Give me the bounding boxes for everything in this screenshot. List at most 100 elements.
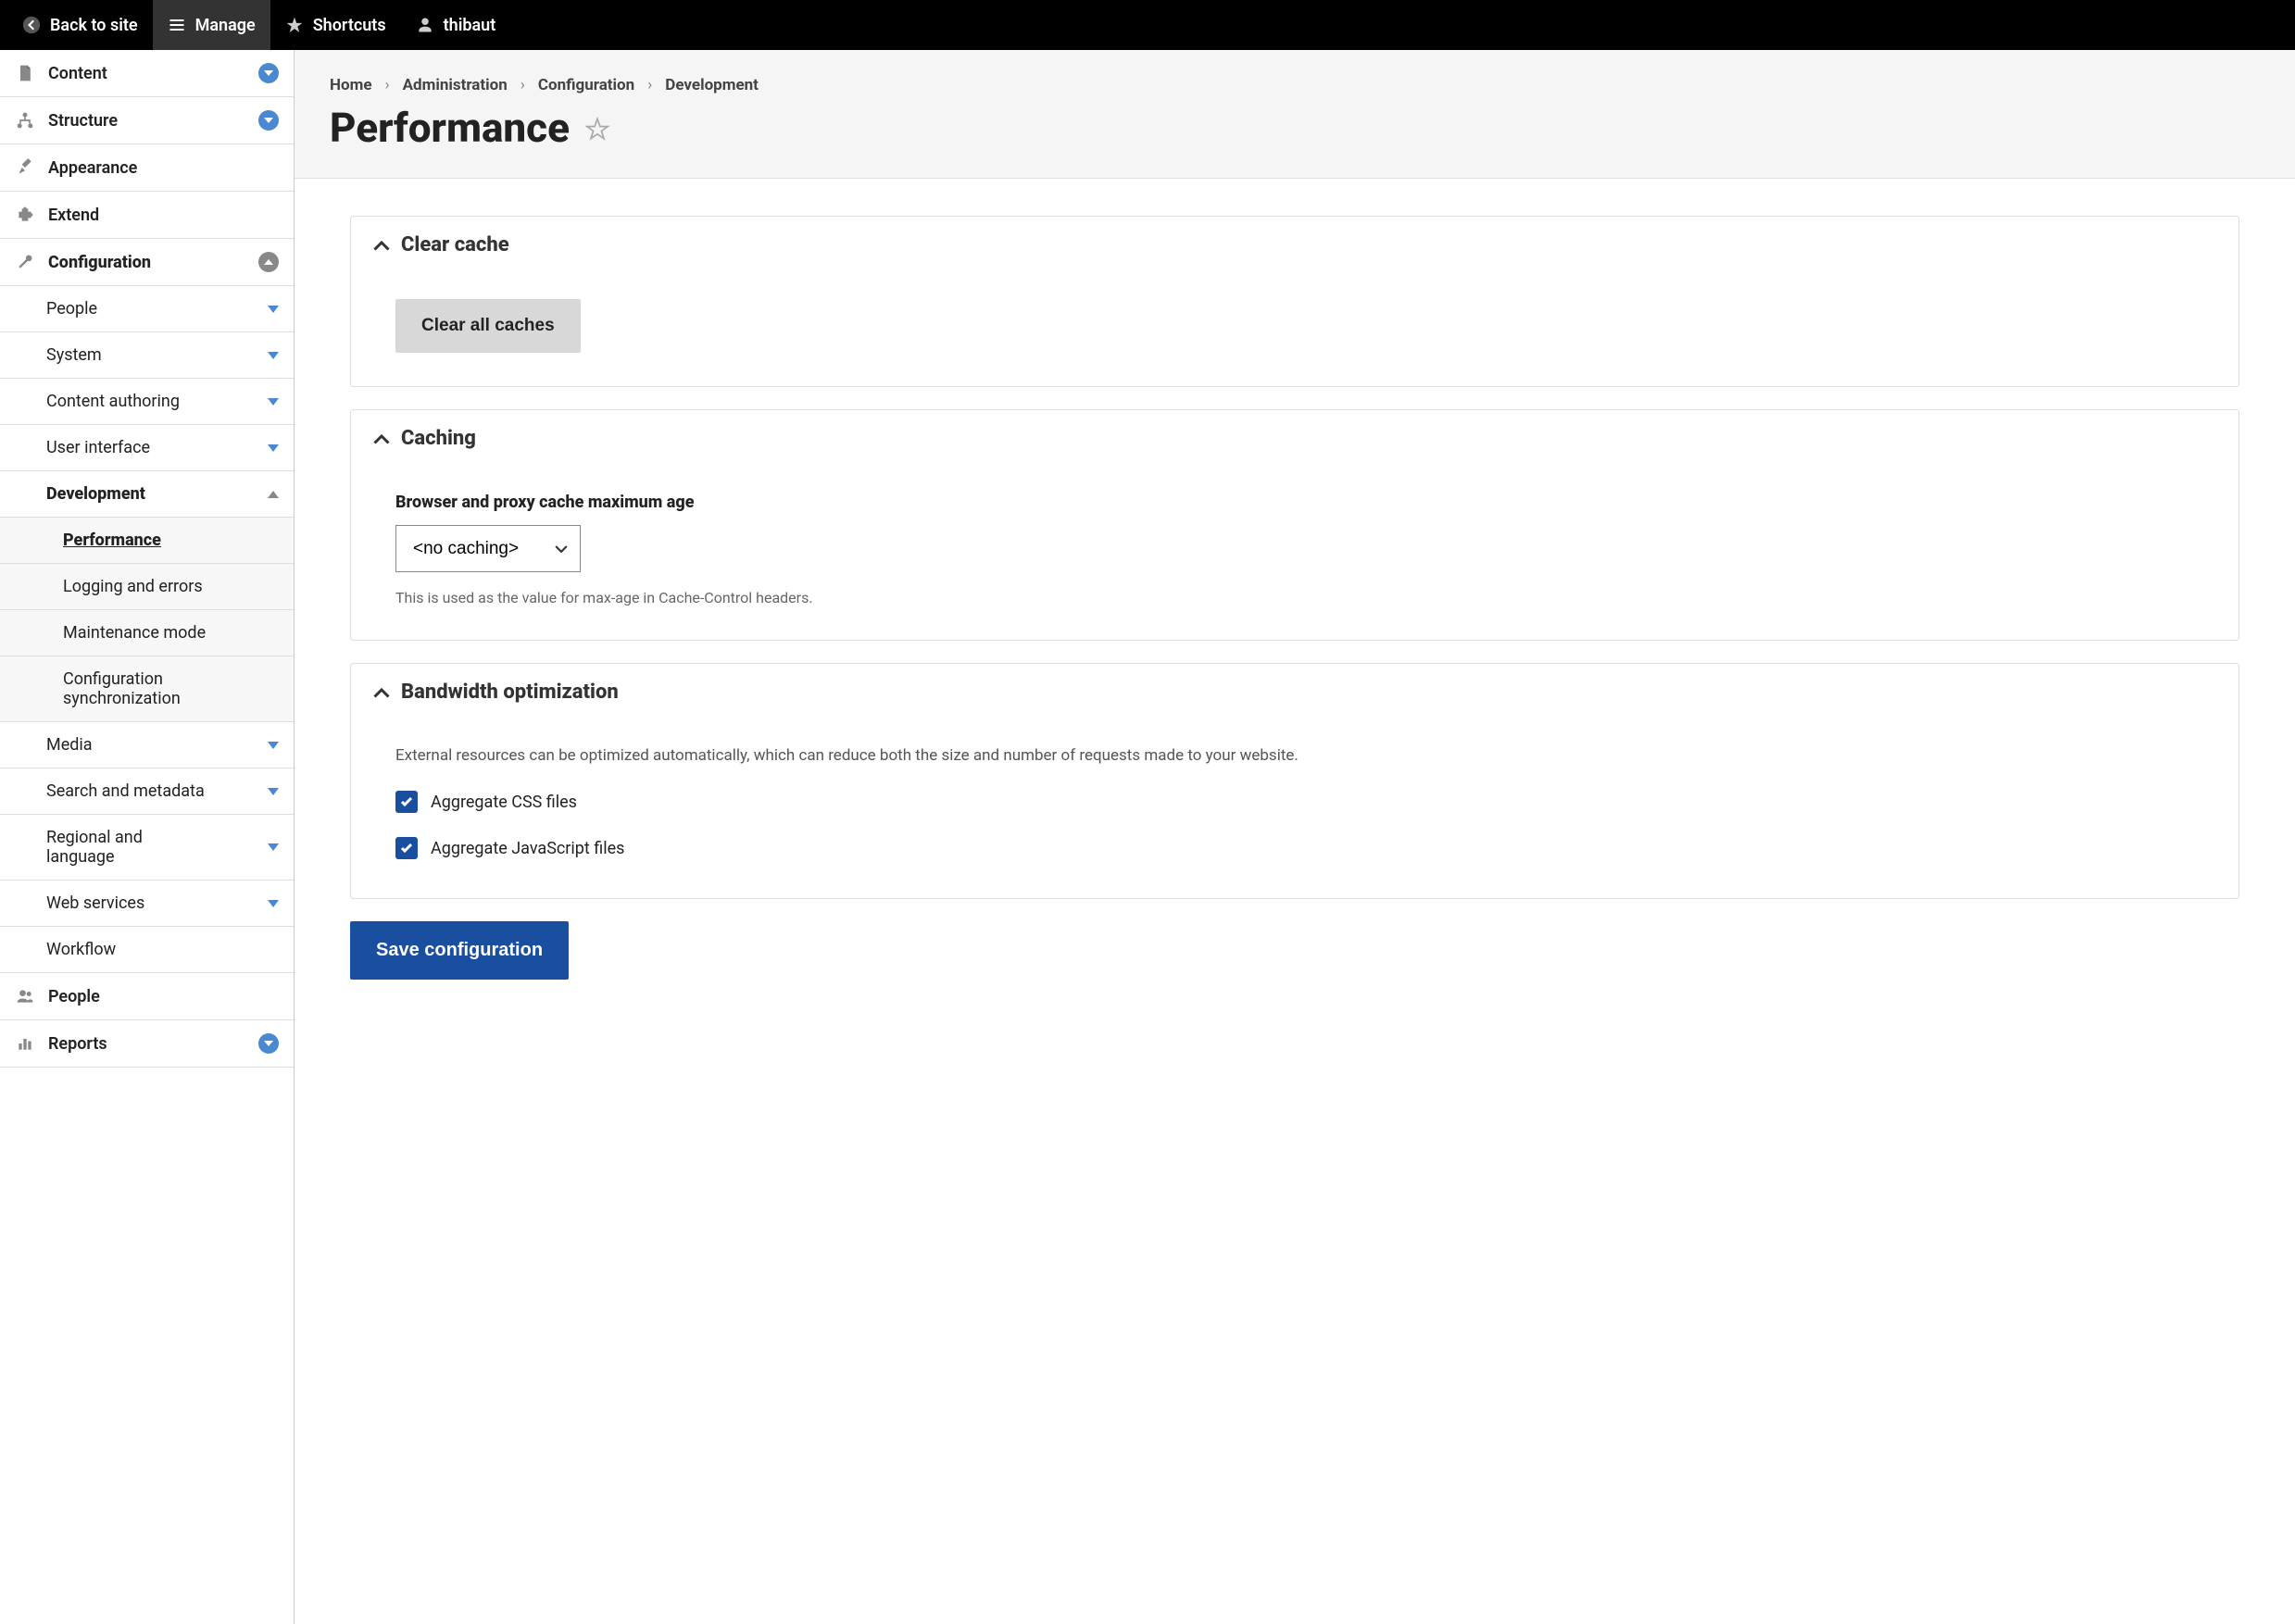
sidebar-item-configuration[interactable]: Configuration	[0, 239, 294, 286]
aggregate-css-checkbox[interactable]	[395, 791, 418, 813]
people-icon	[15, 986, 35, 1006]
config-system-label: System	[46, 345, 102, 365]
back-to-site-label: Back to site	[50, 16, 138, 35]
triangle-down-icon	[268, 306, 279, 313]
shortcuts-button[interactable]: Shortcuts	[270, 0, 401, 50]
user-icon	[416, 16, 434, 34]
star-icon	[285, 16, 304, 34]
cache-max-age-help: This is used as the value for max-age in…	[395, 589, 2194, 606]
wrench-icon	[15, 252, 35, 272]
config-people-label: People	[46, 299, 97, 319]
panel-caching-title: Caching	[401, 427, 476, 450]
user-label: thibaut	[444, 16, 496, 35]
puzzle-icon	[15, 205, 35, 225]
sidebar-item-reports[interactable]: Reports	[0, 1020, 294, 1068]
sidebar-extend-label: Extend	[48, 206, 99, 225]
sidebar-item-config-web-services[interactable]: Web services	[0, 881, 294, 927]
content-body: Clear cache Clear all caches Caching Bro…	[295, 179, 2295, 1017]
star-outline-icon[interactable]	[584, 104, 610, 152]
panel-clear-cache-header[interactable]: Clear cache	[351, 217, 2239, 273]
user-button[interactable]: thibaut	[401, 0, 511, 50]
aggregate-js-label: Aggregate JavaScript files	[431, 839, 624, 858]
triangle-down-icon	[268, 788, 279, 795]
dev-config-sync-label: Configuration synchronization	[63, 669, 279, 708]
content-header: Home › Administration › Configuration › …	[295, 50, 2295, 179]
sidebar-item-config-system[interactable]: System	[0, 332, 294, 379]
sidebar-configuration-label: Configuration	[48, 253, 151, 272]
page-title: Performance	[330, 104, 2260, 152]
chevron-down-icon	[258, 1033, 279, 1054]
document-icon	[15, 63, 35, 83]
admin-sidebar[interactable]: Content Structure Appearance	[0, 50, 295, 1624]
triangle-down-icon	[268, 398, 279, 406]
triangle-down-icon	[268, 352, 279, 359]
config-development-label: Development	[46, 484, 145, 504]
sidebar-item-content[interactable]: Content	[0, 50, 294, 97]
cache-max-age-label: Browser and proxy cache maximum age	[395, 493, 2194, 512]
triangle-down-icon	[268, 843, 279, 851]
config-media-label: Media	[46, 735, 93, 755]
dev-performance-label: Performance	[63, 531, 161, 550]
triangle-up-icon	[268, 491, 279, 498]
sidebar-item-config-media[interactable]: Media	[0, 722, 294, 768]
panel-clear-cache-title: Clear cache	[401, 233, 509, 256]
chevron-up-icon	[373, 237, 390, 254]
aggregate-css-label: Aggregate CSS files	[431, 793, 577, 812]
top-toolbar: Back to site Manage Shortcuts thibaut	[0, 0, 2295, 50]
aggregate-js-row: Aggregate JavaScript files	[395, 837, 2194, 859]
breadcrumb-home[interactable]: Home	[330, 76, 372, 94]
panel-clear-cache: Clear cache Clear all caches	[350, 216, 2239, 387]
config-workflow-label: Workflow	[46, 940, 116, 959]
chevron-right-icon: ›	[520, 76, 525, 94]
page-title-text: Performance	[330, 104, 570, 152]
breadcrumb: Home › Administration › Configuration › …	[330, 76, 2260, 94]
sidebar-item-config-people[interactable]: People	[0, 286, 294, 332]
sidebar-item-config-development[interactable]: Development	[0, 471, 294, 518]
aggregate-css-row: Aggregate CSS files	[395, 791, 2194, 813]
sidebar-item-extend[interactable]: Extend	[0, 192, 294, 239]
sidebar-appearance-label: Appearance	[48, 158, 137, 178]
sidebar-item-dev-maintenance[interactable]: Maintenance mode	[0, 610, 294, 656]
manage-button[interactable]: Manage	[153, 0, 270, 50]
chart-icon	[15, 1033, 35, 1054]
sidebar-item-dev-logging[interactable]: Logging and errors	[0, 564, 294, 610]
panel-bandwidth: Bandwidth optimization External resource…	[350, 663, 2239, 899]
chevron-up-icon	[373, 431, 390, 447]
sidebar-item-dev-config-sync[interactable]: Configuration synchronization	[0, 656, 294, 722]
panel-caching-header[interactable]: Caching	[351, 410, 2239, 467]
sidebar-item-dev-performance[interactable]: Performance	[0, 518, 294, 564]
breadcrumb-dev[interactable]: Development	[665, 76, 759, 94]
clear-all-caches-button[interactable]: Clear all caches	[395, 299, 581, 353]
bandwidth-description: External resources can be optimized auto…	[395, 746, 2194, 765]
main-content: Home › Administration › Configuration › …	[295, 50, 2295, 1624]
sidebar-item-config-content-authoring[interactable]: Content authoring	[0, 379, 294, 425]
back-to-site-button[interactable]: Back to site	[7, 0, 153, 50]
triangle-down-icon	[268, 444, 279, 452]
config-regional-label: Regional and language	[46, 828, 176, 867]
sidebar-item-config-search[interactable]: Search and metadata	[0, 768, 294, 815]
panel-caching: Caching Browser and proxy cache maximum …	[350, 409, 2239, 641]
sidebar-structure-label: Structure	[48, 111, 118, 131]
sidebar-item-people[interactable]: People	[0, 973, 294, 1020]
save-configuration-button[interactable]: Save configuration	[350, 921, 569, 980]
sidebar-people-label: People	[48, 987, 100, 1006]
chevron-right-icon: ›	[647, 76, 652, 94]
dev-logging-label: Logging and errors	[63, 577, 203, 596]
triangle-down-icon	[268, 900, 279, 907]
breadcrumb-config[interactable]: Configuration	[538, 76, 634, 94]
config-content-authoring-label: Content authoring	[46, 392, 180, 411]
chevron-up-icon	[373, 684, 390, 701]
sidebar-item-structure[interactable]: Structure	[0, 97, 294, 144]
panel-bandwidth-title: Bandwidth optimization	[401, 681, 619, 704]
cache-max-age-select[interactable]: <no caching>	[395, 525, 581, 572]
sidebar-item-config-workflow[interactable]: Workflow	[0, 927, 294, 973]
chevron-down-icon	[258, 63, 279, 83]
panel-bandwidth-header[interactable]: Bandwidth optimization	[351, 664, 2239, 720]
triangle-down-icon	[268, 742, 279, 749]
sidebar-item-appearance[interactable]: Appearance	[0, 144, 294, 192]
sidebar-item-config-user-interface[interactable]: User interface	[0, 425, 294, 471]
shortcuts-label: Shortcuts	[313, 16, 386, 35]
sidebar-item-config-regional[interactable]: Regional and language	[0, 815, 294, 881]
aggregate-js-checkbox[interactable]	[395, 837, 418, 859]
breadcrumb-admin[interactable]: Administration	[403, 76, 508, 94]
